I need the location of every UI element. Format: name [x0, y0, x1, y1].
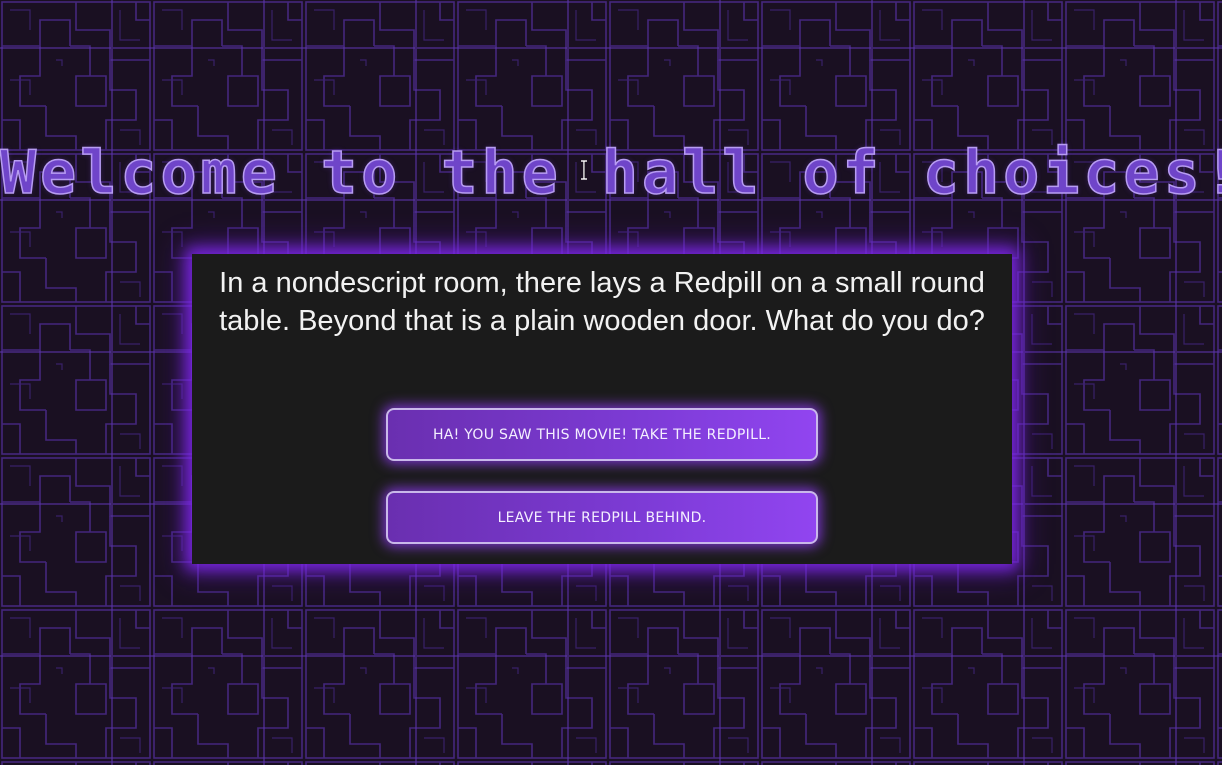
- choice-button-take-redpill[interactable]: HA! YOU SAW THIS MOVIE! TAKE THE REDPILL…: [386, 408, 818, 461]
- choice-button-leave-redpill[interactable]: LEAVE THE REDPILL BEHIND.: [386, 491, 818, 544]
- scene-panel: In a nondescript room, there lays a Redp…: [192, 254, 1012, 564]
- scene-prompt: In a nondescript room, there lays a Redp…: [219, 267, 985, 337]
- page-title: Welcome to the hall of choices!: [0, 137, 1222, 209]
- text-cursor-icon: [581, 160, 587, 180]
